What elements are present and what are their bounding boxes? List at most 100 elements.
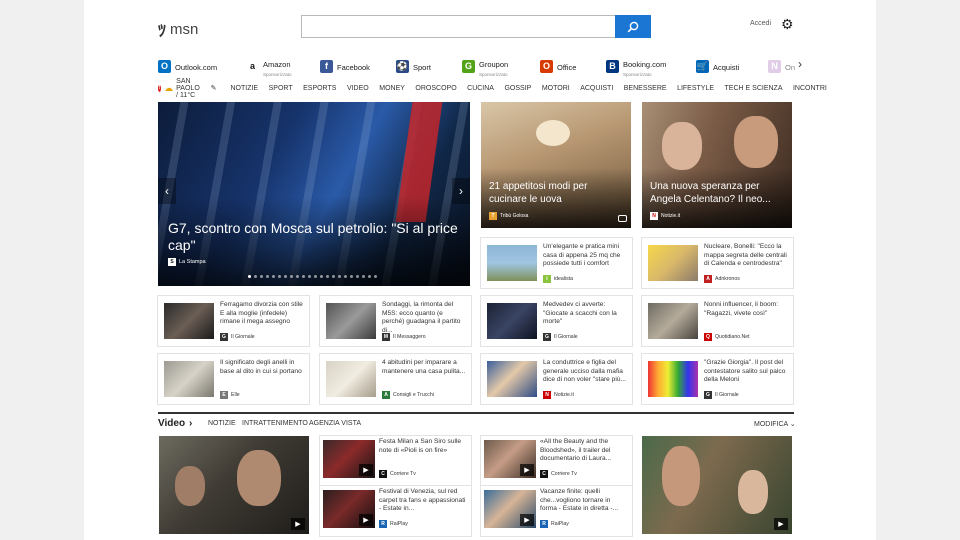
edit-section-button[interactable]: MODIFICA ⌄ xyxy=(754,420,796,428)
video-tile-main[interactable]: ▶ xyxy=(159,436,309,534)
hero-carousel[interactable]: G7, scontro con Mosca sul petrolio: "Si … xyxy=(158,102,470,286)
nav-item-money[interactable]: MONEY xyxy=(379,85,405,92)
carousel-dot[interactable] xyxy=(362,275,365,278)
carousel-dot[interactable] xyxy=(314,275,317,278)
news-card[interactable]: Nucleare, Bonelli: "Ecco la mappa segret… xyxy=(642,238,793,288)
nav-item-tech-e-scienza[interactable]: TECH E SCIENZA xyxy=(725,85,783,92)
quicklink-acquisti[interactable]: 🛒 Acquisti xyxy=(696,56,739,76)
carousel-prev-button[interactable]: ‹ xyxy=(158,178,176,204)
video-card[interactable]: ▶ Festa Milan a San Siro sulle note di «P… xyxy=(320,436,471,486)
news-card[interactable]: Sondaggi, la rimonta del M5S: ecco quant… xyxy=(320,296,471,346)
carousel-dot[interactable] xyxy=(290,275,293,278)
quicklink-booking-com[interactable]: B Booking.com Sponsorizzato xyxy=(606,56,666,77)
video-headline[interactable]: Vacanze finite: quelli che...vogliono to… xyxy=(540,488,628,514)
carousel-dot[interactable] xyxy=(272,275,275,278)
weather-widget[interactable]: ! ☁ SAN PAOLO / 11°C ✎ xyxy=(158,78,220,99)
video-headline[interactable]: «All the Beauty and the Bloodshed», il t… xyxy=(540,438,628,464)
signin-link[interactable]: Accedi xyxy=(750,20,771,27)
carousel-dot[interactable] xyxy=(374,275,377,278)
carousel-dots[interactable] xyxy=(248,275,377,278)
gear-icon[interactable]: ⚙ xyxy=(781,16,794,33)
story-tile-eggs[interactable]: 21 appetitosi modi per cucinare le uova … xyxy=(481,102,631,228)
quicklink-groupon[interactable]: G Groupon Sponsorizzato xyxy=(462,56,508,77)
video-card[interactable]: ▶ Festival di Venezia, sul red carpet tra… xyxy=(320,486,471,536)
chevron-right-icon[interactable]: › xyxy=(798,57,802,71)
nav-item-esports[interactable]: ESPORTS xyxy=(303,85,336,92)
tile-headline[interactable]: Una nuova speranza per Angela Celentano?… xyxy=(650,181,785,206)
nav-item-incontri[interactable]: INCONTRI xyxy=(793,85,827,92)
nav-item-oroscopo[interactable]: OROSCOPO xyxy=(415,85,456,92)
quicklink-office[interactable]: O Office xyxy=(540,56,576,76)
edit-label: MODIFICA xyxy=(754,421,788,428)
msn-logo[interactable]: ﾂ msn xyxy=(158,17,198,41)
carousel-dot[interactable] xyxy=(302,275,305,278)
carousel-dot[interactable] xyxy=(266,275,269,278)
video-card[interactable]: ▶ «All the Beauty and the Bloodshed», il … xyxy=(481,436,632,486)
tile-headline[interactable]: 21 appetitosi modi per cucinare le uova xyxy=(489,181,624,206)
nav-item-video[interactable]: VIDEO xyxy=(347,85,369,92)
carousel-dot[interactable] xyxy=(308,275,311,278)
carousel-dot[interactable] xyxy=(356,275,359,278)
news-card[interactable]: Un'elegante e pratica mini casa di appen… xyxy=(481,238,632,288)
news-headline[interactable]: Nonni influencer, il boom: "Ragazzi, viv… xyxy=(704,301,788,318)
video-card[interactable]: ▶ Vacanze finite: quelli che...vogliono t… xyxy=(481,486,632,536)
news-headline[interactable]: Sondaggi, la rimonta del M5S: ecco quant… xyxy=(382,301,466,335)
quicklink-on[interactable]: N On xyxy=(768,56,795,76)
video-source: C Corriere Tv xyxy=(379,470,416,478)
video-headline[interactable]: Festival di Venezia, sul red carpet tra … xyxy=(379,488,467,514)
news-headline[interactable]: 4 abitudini per imparare a mantenere una… xyxy=(382,359,466,376)
video-tile-secondary[interactable]: ▶ xyxy=(642,436,792,534)
news-card[interactable]: Medvedev ci avverte: "Giocate a scacchi … xyxy=(481,296,632,346)
carousel-dot[interactable] xyxy=(338,275,341,278)
carousel-dot[interactable] xyxy=(320,275,323,278)
quicklink-facebook[interactable]: f Facebook xyxy=(320,56,370,76)
pencil-icon[interactable]: ✎ xyxy=(211,84,217,92)
news-source-label: Consigli e Trucchi xyxy=(393,392,434,398)
carousel-dot[interactable] xyxy=(350,275,353,278)
nav-item-benessere[interactable]: BENESSERE xyxy=(624,85,667,92)
news-card[interactable]: Nonni influencer, il boom: "Ragazzi, viv… xyxy=(642,296,793,346)
nav-item-acquisti[interactable]: ACQUISTI xyxy=(580,85,613,92)
news-headline[interactable]: La conduttrice e figlia del generale ucc… xyxy=(543,359,627,385)
nav-item-lifestyle[interactable]: LIFESTYLE xyxy=(677,85,714,92)
news-card[interactable]: Il significato degli anelli in base al d… xyxy=(158,354,309,404)
nav-item-cucina[interactable]: CUCINA xyxy=(467,85,494,92)
search-input[interactable] xyxy=(301,15,617,38)
carousel-dot[interactable] xyxy=(248,275,251,278)
story-tile-celentano[interactable]: Una nuova speranza per Angela Celentano?… xyxy=(642,102,792,228)
carousel-dot[interactable] xyxy=(326,275,329,278)
nav-item-sport[interactable]: SPORT xyxy=(269,85,293,92)
carousel-dot[interactable] xyxy=(368,275,371,278)
carousel-dot[interactable] xyxy=(278,275,281,278)
quicklink-sport[interactable]: ⚽ Sport xyxy=(396,56,431,76)
news-headline[interactable]: Medvedev ci avverte: "Giocate a scacchi … xyxy=(543,301,627,327)
video-section-heading[interactable]: Video › xyxy=(158,418,192,429)
search-button[interactable] xyxy=(615,15,651,38)
news-headline[interactable]: Un'elegante e pratica mini casa di appen… xyxy=(543,243,627,269)
news-card[interactable]: Ferragamo divorzia con stile E alla mogl… xyxy=(158,296,309,346)
news-headline[interactable]: Ferragamo divorzia con stile E alla mogl… xyxy=(220,301,304,327)
video-tab-notizie[interactable]: NOTIZIE xyxy=(208,420,236,427)
carousel-next-button[interactable]: › xyxy=(452,178,470,204)
carousel-dot[interactable] xyxy=(296,275,299,278)
quicklink-amazon[interactable]: a Amazon Sponsorizzato xyxy=(246,56,292,77)
carousel-dot[interactable] xyxy=(254,275,257,278)
video-tab-agenzia-vista[interactable]: AGENZIA VISTA xyxy=(309,420,361,427)
carousel-dot[interactable] xyxy=(344,275,347,278)
news-headline[interactable]: Il significato degli anelli in base al d… xyxy=(220,359,304,376)
carousel-dot[interactable] xyxy=(260,275,263,278)
nav-item-notizie[interactable]: NOTIZIE xyxy=(230,85,258,92)
hero-headline[interactable]: G7, scontro con Mosca sul petrolio: "Si … xyxy=(168,220,458,254)
news-card[interactable]: 4 abitudini per imparare a mantenere una… xyxy=(320,354,471,404)
news-card[interactable]: La conduttrice e figlia del generale ucc… xyxy=(481,354,632,404)
carousel-dot[interactable] xyxy=(332,275,335,278)
news-headline[interactable]: Nucleare, Bonelli: "Ecco la mappa segret… xyxy=(704,243,788,269)
nav-item-motori[interactable]: MOTORI xyxy=(542,85,570,92)
video-tab-intrattenimento[interactable]: INTRATTENIMENTO xyxy=(242,420,308,427)
news-card[interactable]: "Grazie Giorgia". Il post del contestato… xyxy=(642,354,793,404)
video-headline[interactable]: Festa Milan a San Siro sulle note di «Pi… xyxy=(379,438,467,455)
quicklink-outlook-com[interactable]: O Outlook.com xyxy=(158,56,217,76)
nav-item-gossip[interactable]: GOSSIP xyxy=(504,85,531,92)
news-headline[interactable]: "Grazie Giorgia". Il post del contestato… xyxy=(704,359,788,385)
carousel-dot[interactable] xyxy=(284,275,287,278)
